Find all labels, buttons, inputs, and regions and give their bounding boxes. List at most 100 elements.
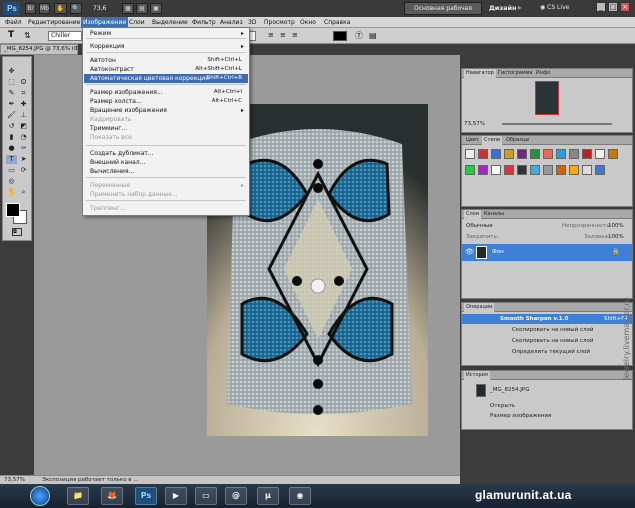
tab-swatches[interactable]: Образцы [504,136,531,145]
action-row-3[interactable]: Определить текущий слой [462,347,632,357]
maximize-button[interactable]: □ [608,2,618,12]
3d-camera-icon[interactable]: ◎ [6,177,17,186]
screen-mode-icon[interactable]: ▣ [150,3,162,14]
mail-icon[interactable]: @ [225,487,247,505]
menu-view[interactable]: Просмотр [262,17,297,28]
zoom-level[interactable]: 73,6 [93,3,113,14]
style-swatch[interactable] [556,165,566,175]
style-swatch[interactable] [608,149,618,159]
style-swatch[interactable] [530,149,540,159]
folder-icon[interactable]: ▭ [195,487,217,505]
style-swatch[interactable] [582,149,592,159]
history-brush-icon[interactable]: ↺ [6,122,17,131]
style-swatch[interactable] [504,149,514,159]
healing-brush-icon[interactable]: ✚ [18,100,29,109]
tab-channels[interactable]: Каналы [482,210,506,219]
image-menu-item[interactable]: Размер холста... Alt+Ctrl+C [84,97,248,106]
menu-help[interactable]: Справка [322,17,352,28]
style-swatch[interactable] [517,149,527,159]
style-swatch[interactable] [478,165,488,175]
gradient-icon[interactable]: ▮ [6,133,17,142]
eraser-icon[interactable]: ◩ [18,122,29,131]
tab-color[interactable]: Цвет [464,136,481,145]
history-item-resize[interactable]: Размер изображения [490,413,551,419]
blend-mode-select[interactable]: Обычные [466,223,493,229]
foreground-color[interactable] [6,203,20,217]
tab-layers[interactable]: Слои [464,210,481,219]
image-menu-item[interactable]: Коррекция ▸ [84,42,248,51]
quick-mask-icon[interactable]: ◘ [12,228,22,236]
align-center-icon[interactable]: ≡ [280,31,289,41]
browser-icon[interactable]: ◉ [289,487,311,505]
path-select-icon[interactable]: ➤ [18,155,29,164]
style-swatch[interactable] [504,165,514,175]
clone-stamp-icon[interactable]: ⊥ [18,111,29,120]
style-swatch[interactable] [569,149,579,159]
3d-rotate-icon[interactable]: ⟳ [18,166,29,175]
image-menu-item[interactable]: Вращение изображения ▸ [84,106,248,115]
style-swatch[interactable] [465,165,475,175]
menu-window[interactable]: Окно [298,17,318,28]
tab-histogram[interactable]: Гистограмма [496,69,535,78]
marquee-tool-icon[interactable]: ⬚ [6,78,17,87]
tab-history[interactable]: История [464,371,490,380]
image-menu-item[interactable]: Автоконтраст Alt+Shift+Ctrl+L [84,65,248,74]
shape-tool-icon[interactable]: ▭ [6,166,17,175]
warp-text-icon[interactable]: Ⓣ [355,31,365,41]
history-item-open[interactable]: Открыть [490,403,515,409]
eyedropper-icon[interactable]: ✒ [6,100,17,109]
font-family-field[interactable]: Chiller [48,31,82,41]
align-right-icon[interactable]: ≡ [292,31,301,41]
history-snapshot[interactable]: _MG_8254.JPG [490,387,529,393]
minibridge-icon[interactable]: Mb [39,3,50,14]
style-swatch[interactable] [595,149,605,159]
navigator-zoom[interactable]: 73,57% [464,121,485,127]
text-orientation-icon[interactable]: ⇅ [24,30,35,41]
opacity-value[interactable]: 100% [608,223,624,229]
workspace-design-label[interactable]: Дизайн [489,4,517,12]
style-swatch[interactable] [569,165,579,175]
eye-icon[interactable]: 👁 [465,248,474,256]
image-menu-item[interactable]: Автотон Shift+Ctrl+L [84,56,248,65]
bridge-icon[interactable]: Br [25,3,36,14]
status-zoom[interactable]: 73,57% [4,477,25,483]
menu-file[interactable]: Файл [3,17,24,28]
move-tool-icon[interactable]: ✥ [6,67,17,76]
style-swatch[interactable] [556,149,566,159]
cs-live[interactable]: ◉ CS Live [540,4,569,11]
blur-tool-icon[interactable]: ◔ [18,133,29,142]
tab-info[interactable]: Инфо [534,69,552,78]
media-icon[interactable]: ▶ [165,487,187,505]
image-menu-item[interactable]: Внешний канал... [84,158,248,167]
minimize-button[interactable]: _ [596,2,606,12]
navigator-zoom-slider[interactable] [502,123,612,125]
photoshop-taskbar-icon[interactable]: Ps [135,487,157,505]
workspace-button[interactable]: Основная рабочая среда [404,2,482,23]
utorrent-icon[interactable]: µ [257,487,279,505]
chevron-right-icon[interactable]: » [517,4,521,12]
text-tool-icon[interactable]: T [8,30,19,41]
pen-tool-icon[interactable]: ✑ [18,144,29,153]
style-swatch[interactable] [465,149,475,159]
text-color-swatch[interactable] [333,31,347,41]
menu-edit[interactable]: Редактирование [26,17,82,28]
firefox-icon[interactable]: 🦊 [101,487,123,505]
fill-value[interactable]: 100% [608,234,624,240]
image-menu-item[interactable]: Тримминг... [84,124,248,133]
lasso-tool-icon[interactable]: ʘ [18,78,29,87]
image-menu-item[interactable]: Вычисления... [84,167,248,176]
align-left-icon[interactable]: ≡ [268,31,277,41]
style-swatch[interactable] [530,165,540,175]
hand-tool-icon[interactable]: ✋ [6,188,17,197]
style-swatch[interactable] [491,165,501,175]
navigator-thumbnail[interactable] [535,81,559,115]
crop-tool-icon[interactable]: ⌗ [18,89,29,98]
hand-icon[interactable]: ✋ [54,3,67,14]
type-tool-icon[interactable]: T [6,155,17,164]
style-swatch[interactable] [582,165,592,175]
image-menu-item[interactable]: Автоматическая цветовая коррекция Shift+C… [84,74,248,83]
action-row-0[interactable]: Smooth Sharpen v.1.0 Shift+F4 [462,314,632,324]
explorer-icon[interactable]: 📁 [67,487,89,505]
status-text[interactable]: Экспозиция работает только в ... [42,477,139,483]
action-row-1[interactable]: Скопировать на новый слой [462,325,632,335]
